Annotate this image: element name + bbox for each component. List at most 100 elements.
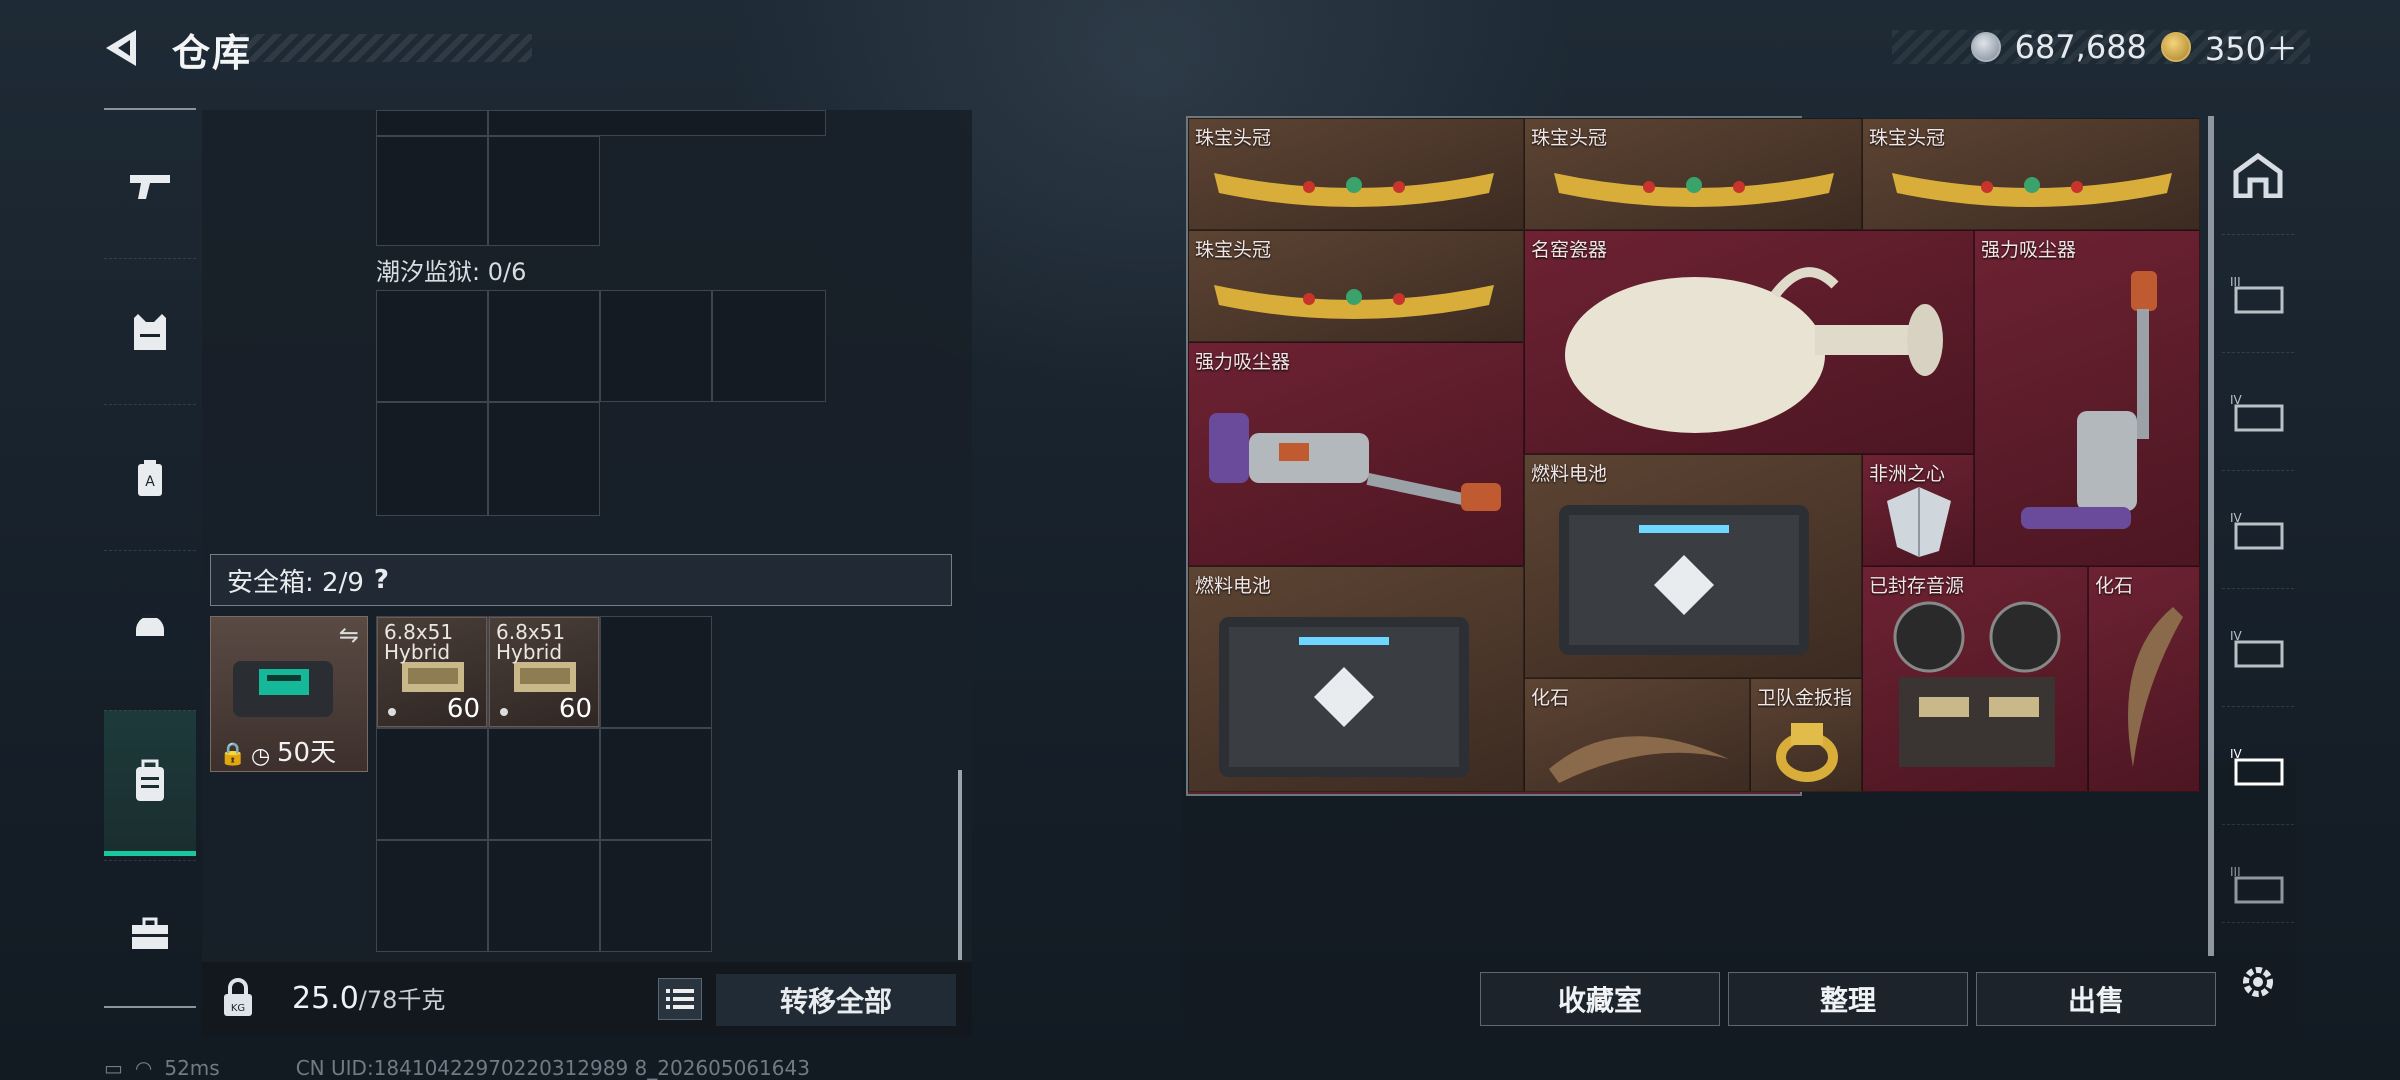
grid-cell[interactable]: [600, 616, 712, 728]
armor-icon: A: [138, 459, 162, 496]
collection-room-button[interactable]: 收藏室: [1480, 972, 1720, 1026]
stash-page-icon: IV: [2230, 393, 2284, 431]
nav-vest[interactable]: [104, 258, 196, 404]
swap-icon[interactable]: ⇋: [339, 621, 359, 649]
tiara-icon: [1554, 173, 1834, 207]
helmet-icon: [136, 613, 164, 636]
tab-stash-1[interactable]: III: [2222, 234, 2294, 352]
weight-lock-icon[interactable]: KG: [220, 978, 256, 1022]
stash-item[interactable]: 化石: [1524, 678, 1750, 792]
ammo-dot-icon: [388, 708, 396, 716]
list-icon: [666, 989, 694, 1009]
stash-page-icon: IV: [2230, 747, 2284, 785]
tiara-icon: [1892, 173, 2172, 207]
stash-item[interactable]: 卫队金扳指: [1750, 678, 1862, 792]
nav-armor[interactable]: A: [104, 404, 196, 550]
gold-coin-icon: [2160, 32, 2191, 62]
currency-bar: 687,688 350＋: [1892, 28, 2310, 68]
grid-cell[interactable]: [600, 840, 712, 952]
item-name: 非洲之心: [1869, 463, 1946, 485]
item-name: 燃料电池: [1531, 463, 1608, 485]
grid-cell[interactable]: [488, 290, 600, 402]
stash-item[interactable]: 燃料电池: [1188, 566, 1524, 792]
tab-home[interactable]: [2222, 116, 2294, 234]
fuel-cell-icon: [1219, 617, 1469, 777]
ammo-item[interactable]: 6.8x51 Hybrid 60: [489, 617, 599, 727]
fossil-claw-icon: [2128, 607, 2183, 767]
tab-stash-2[interactable]: IV: [2222, 352, 2294, 470]
weight-readout: 25.0/78千克: [292, 980, 445, 1016]
grid-cell[interactable]: [600, 290, 712, 402]
stash-page-icon: III: [2230, 275, 2284, 313]
stash-item[interactable]: 珠宝头冠: [1188, 230, 1524, 342]
tab-stash-5-active[interactable]: IV: [2222, 706, 2294, 824]
inventory-scrollbar[interactable]: [958, 770, 962, 960]
clock-icon: ◷: [251, 744, 271, 769]
item-name: 珠宝头冠: [1869, 127, 1946, 149]
stash-item[interactable]: 燃料电池: [1524, 454, 1862, 678]
safe-case-icon: [233, 661, 333, 717]
ammo-item[interactable]: 6.8x51 Hybrid 60: [377, 617, 487, 727]
back-button[interactable]: [100, 26, 144, 70]
grid-cell[interactable]: [376, 110, 488, 136]
gold-amount[interactable]: 350＋: [2205, 24, 2298, 70]
stash-item[interactable]: 珠宝头冠: [1524, 118, 1862, 230]
transfer-all-button[interactable]: 转移全部: [716, 974, 956, 1026]
grid-cell[interactable]: [376, 840, 488, 952]
svg-text:KG: KG: [231, 1003, 245, 1014]
gold-ring-icon: [1776, 723, 1838, 782]
grid-cell[interactable]: [376, 402, 488, 516]
grid-cell[interactable]: [376, 728, 488, 840]
grid-cell[interactable]: [488, 402, 600, 516]
stash-item[interactable]: 已封存音源: [1862, 566, 2088, 792]
weight-max: /78千克: [358, 986, 446, 1014]
vest-icon: [134, 313, 166, 350]
tab-stash-3[interactable]: IV: [2222, 470, 2294, 588]
item-name: 化石: [2095, 575, 2134, 597]
settings-button[interactable]: [2222, 922, 2294, 1040]
list-view-button[interactable]: [658, 978, 702, 1020]
back-arrow-icon: [106, 30, 136, 66]
vacuum-icon: [2021, 271, 2157, 529]
stash-item[interactable]: 化石: [2088, 566, 2200, 792]
grid-cell[interactable]: [376, 136, 488, 246]
battery-icon: ▭: [104, 1056, 123, 1080]
grid-cell[interactable]: [488, 136, 600, 246]
help-icon[interactable]: ?: [374, 565, 389, 595]
grid-cell[interactable]: [488, 728, 600, 840]
page-title: 仓库: [172, 31, 253, 75]
ammo-name: 6.8x51 Hybrid: [384, 620, 454, 664]
item-name: 燃料电池: [1195, 575, 1272, 597]
stash-item[interactable]: 强力吸尘器: [1188, 342, 1524, 566]
nav-weapons[interactable]: [104, 112, 196, 258]
left-category-nav: A: [104, 108, 196, 1008]
ammo-count: 60: [446, 694, 480, 724]
grid-cell[interactable]: [600, 728, 712, 840]
stash-item[interactable]: 非洲之心: [1862, 454, 1974, 566]
prison-slot-label: 潮汐监狱: 0/6: [376, 258, 527, 286]
stash-item[interactable]: 名窑瓷器: [1524, 230, 1974, 454]
grid-cell[interactable]: [376, 290, 488, 402]
tab-stash-4[interactable]: IV: [2222, 588, 2294, 706]
stash-item[interactable]: 珠宝头冠: [1188, 118, 1524, 230]
ammo-count: 60: [558, 694, 592, 724]
nav-backpack[interactable]: [104, 710, 196, 856]
stash-scrollbar[interactable]: [2208, 116, 2214, 956]
diamond-icon: [1887, 487, 1951, 557]
grid-cell[interactable]: [488, 840, 600, 952]
stash-item[interactable]: 珠宝头冠: [1862, 118, 2200, 230]
sell-button[interactable]: 出售: [1976, 972, 2216, 1026]
stash-item[interactable]: 强力吸尘器: [1974, 230, 2200, 566]
safe-box-item[interactable]: ⇋ 🔒 ◷ 50天: [210, 616, 368, 772]
vacuum-icon: [1209, 413, 1501, 511]
fuel-cell-icon: [1559, 505, 1809, 655]
item-name: 卫队金扳指: [1757, 687, 1853, 709]
stash-grid: 珠宝头冠 珠宝头冠 珠宝头冠 珠宝头冠 名窑瓷器 强力吸尘器 强力吸尘器 燃料电…: [1186, 116, 2200, 796]
nav-helmet[interactable]: [104, 550, 196, 696]
nav-toolbox[interactable]: [104, 860, 196, 1006]
item-name: 强力吸尘器: [1981, 239, 2077, 261]
sort-button[interactable]: 整理: [1728, 972, 1968, 1026]
tiara-icon: [1214, 285, 1494, 319]
grid-cell[interactable]: [712, 290, 826, 402]
grid-cell[interactable]: [488, 110, 826, 136]
